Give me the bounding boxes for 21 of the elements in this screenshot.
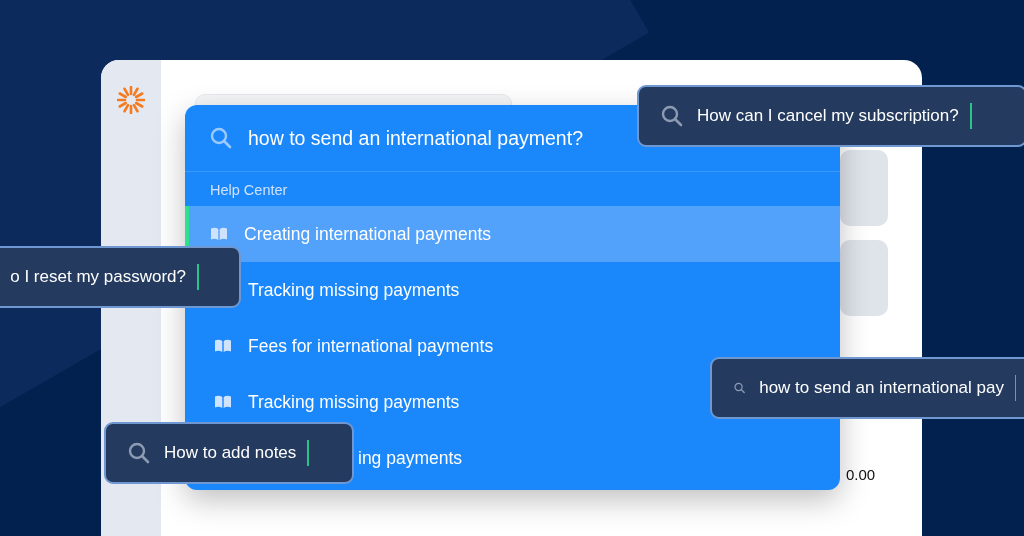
table-cell: 0.00: [846, 466, 876, 483]
section-label: Help Center: [209, 181, 289, 200]
search-query: How to add notes: [164, 443, 297, 463]
search-icon: [210, 127, 232, 149]
text-cursor: [969, 103, 972, 129]
book-icon: [214, 395, 232, 409]
sun-logo-icon: [117, 86, 145, 114]
search-query: o I reset my password?: [10, 267, 186, 287]
book-icon: [210, 227, 228, 241]
result-item[interactable]: Creating international payments: [185, 206, 840, 262]
search-tooltip[interactable]: how to send an international pay: [710, 357, 1024, 419]
text-cursor: [307, 440, 310, 466]
search-query: how to send an international pay: [759, 378, 1004, 398]
search-query[interactable]: how to send an international payment?: [248, 126, 583, 150]
text-cursor: [1015, 375, 1016, 401]
book-icon: [214, 339, 232, 353]
search-tooltip[interactable]: How can I cancel my subscription?: [637, 85, 1024, 147]
search-query: How can I cancel my subscription?: [697, 106, 959, 126]
text-cursor: [197, 264, 199, 290]
search-tooltip[interactable]: o I reset my password?: [0, 246, 241, 308]
search-tooltip[interactable]: How to add notes: [104, 422, 354, 484]
